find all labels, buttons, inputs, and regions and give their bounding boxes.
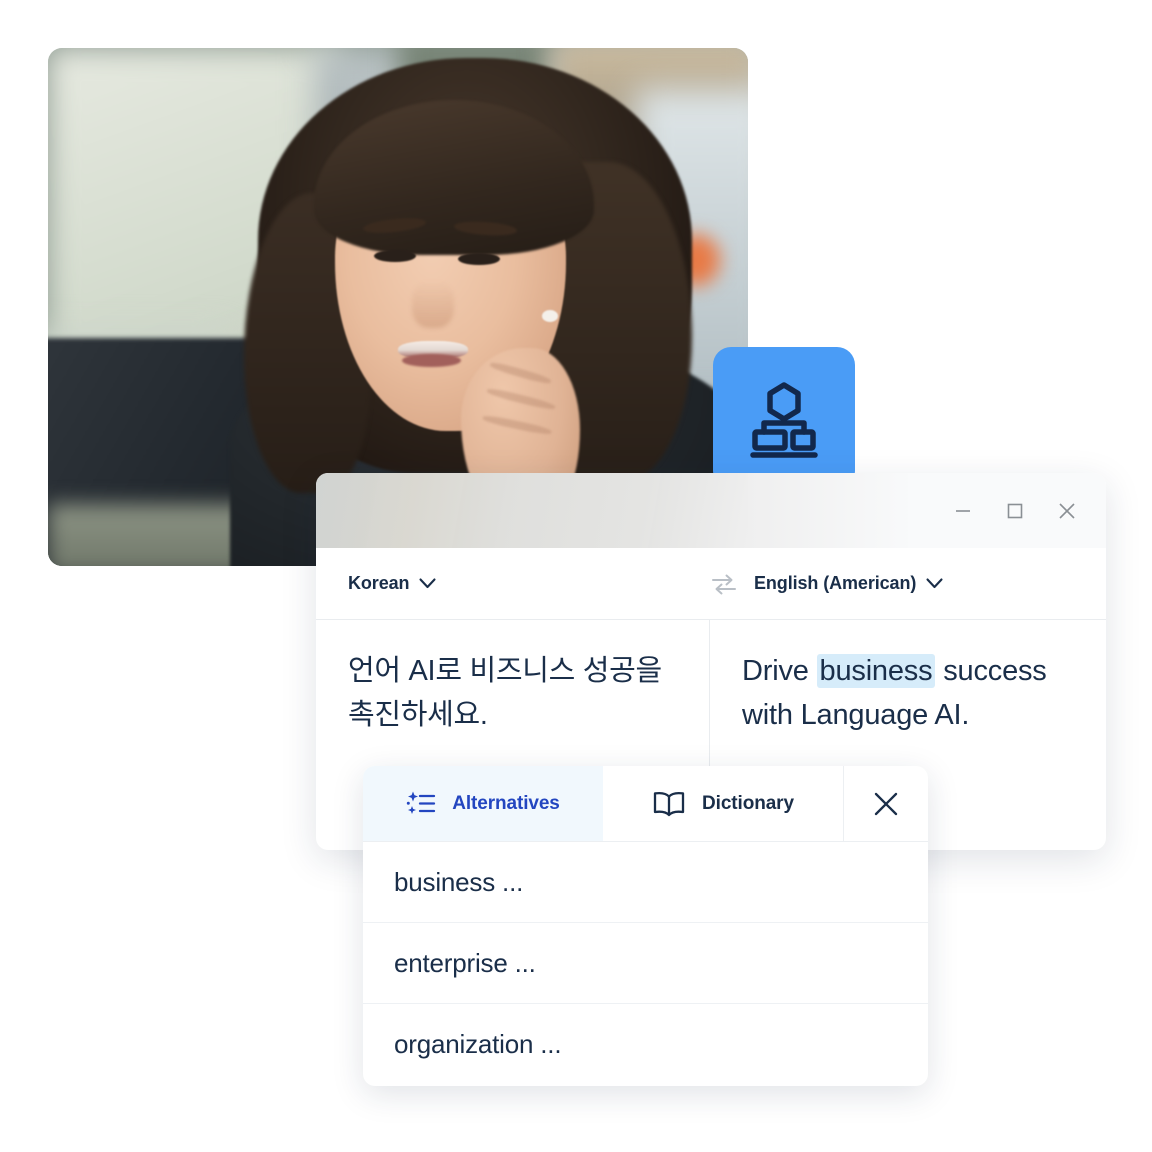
target-text: Drive business success with Language AI. bbox=[742, 650, 1072, 737]
person-earring bbox=[541, 309, 559, 322]
list-item[interactable]: organization ... bbox=[363, 1004, 928, 1085]
close-button[interactable] bbox=[1050, 494, 1084, 528]
chevron-down-icon bbox=[419, 578, 436, 589]
target-language-label: English (American) bbox=[754, 573, 917, 593]
tab-dictionary[interactable]: Dictionary bbox=[603, 766, 843, 841]
minimize-icon bbox=[956, 509, 970, 512]
list-item[interactable]: business ... bbox=[363, 842, 928, 923]
open-book-icon bbox=[653, 791, 685, 816]
app-icon[interactable] bbox=[713, 347, 855, 489]
window-controls bbox=[946, 494, 1106, 528]
target-language-selector[interactable]: English (American) bbox=[754, 573, 943, 594]
source-language-selector[interactable]: Korean bbox=[348, 573, 436, 594]
window-titlebar bbox=[316, 473, 1106, 548]
person-lower-lip bbox=[401, 353, 461, 368]
target-text-highlight[interactable]: business bbox=[816, 654, 936, 688]
close-icon bbox=[874, 792, 898, 815]
tab-alternatives-label: Alternatives bbox=[452, 792, 560, 814]
sparkle-list-icon bbox=[407, 791, 436, 814]
person-eye-right bbox=[457, 252, 500, 266]
list-item[interactable]: enterprise ... bbox=[363, 923, 928, 1004]
chevron-down-icon bbox=[926, 578, 943, 589]
titlebar-glass-overlay-right bbox=[748, 473, 908, 548]
target-language-area: English (American) bbox=[710, 572, 1106, 596]
popup-close-button[interactable] bbox=[843, 766, 928, 841]
popup-tab-bar: Alternatives Dictionary bbox=[363, 766, 928, 842]
swap-languages-icon[interactable] bbox=[710, 572, 738, 596]
alternatives-list: business ... enterprise ... organization… bbox=[363, 842, 928, 1085]
source-language-label: Korean bbox=[348, 573, 410, 593]
target-text-before: Drive bbox=[742, 655, 817, 687]
source-text: 언어 AI로 비즈니스 성공을 촉진하세요. bbox=[348, 655, 662, 731]
tab-dictionary-label: Dictionary bbox=[702, 792, 794, 814]
maximize-button[interactable] bbox=[998, 494, 1032, 528]
tab-alternatives[interactable]: Alternatives bbox=[363, 766, 603, 841]
source-language-area: Korean bbox=[316, 573, 710, 594]
maximize-icon bbox=[1007, 503, 1023, 518]
titlebar-glass-overlay bbox=[316, 473, 748, 548]
deepl-logo-icon bbox=[750, 382, 818, 458]
language-bar: Korean English (American) bbox=[316, 548, 1106, 620]
close-icon bbox=[1059, 502, 1075, 519]
alternatives-popup: Alternatives Dictionary business ... ent… bbox=[363, 766, 928, 1086]
person-nose bbox=[412, 281, 454, 328]
minimize-button[interactable] bbox=[946, 494, 980, 528]
